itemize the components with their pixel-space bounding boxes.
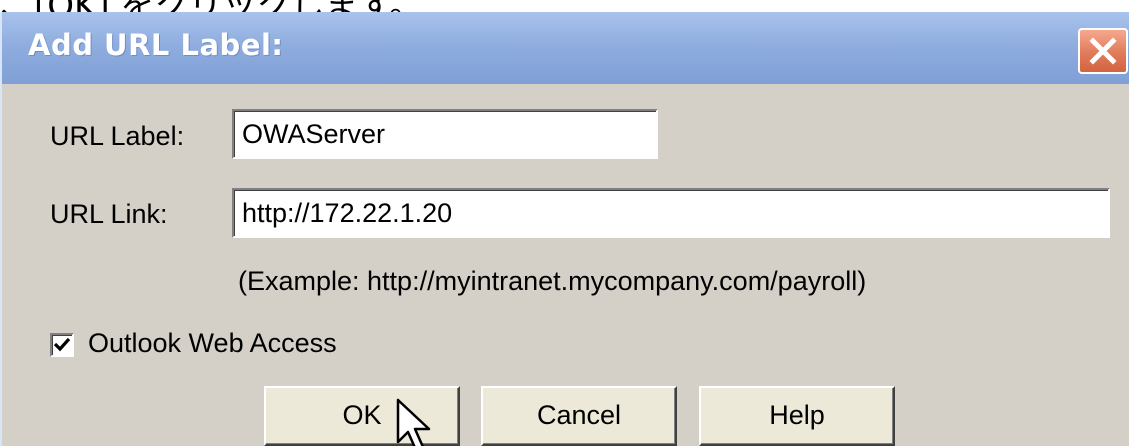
url-example-hint: (Example: http://myintranet.mycompany.co…: [238, 266, 867, 296]
close-button[interactable]: [1078, 28, 1128, 74]
title-bar[interactable]: Add URL Label:: [2, 12, 1129, 84]
url-link-input[interactable]: [232, 188, 1110, 238]
url-label-input[interactable]: [232, 109, 658, 159]
help-button[interactable]: Help: [699, 386, 895, 446]
checkmark-icon: [53, 337, 71, 352]
add-url-label-dialog: Add URL Label: URL Label: URL Link: (Exa…: [0, 12, 1129, 446]
outlook-web-access-label[interactable]: Outlook Web Access: [88, 328, 337, 359]
dialog-title: Add URL Label:: [28, 28, 284, 62]
cancel-button[interactable]: Cancel: [481, 386, 677, 446]
screenshot: 、[OK] をクリックします。 Add URL Label: URL Label…: [0, 0, 1129, 446]
url-label-label: URL Label:: [50, 121, 185, 151]
url-link-label: URL Link:: [50, 199, 168, 229]
outlook-web-access-checkbox[interactable]: [50, 333, 74, 357]
close-icon: [1089, 37, 1117, 65]
ok-button[interactable]: OK: [264, 386, 460, 446]
